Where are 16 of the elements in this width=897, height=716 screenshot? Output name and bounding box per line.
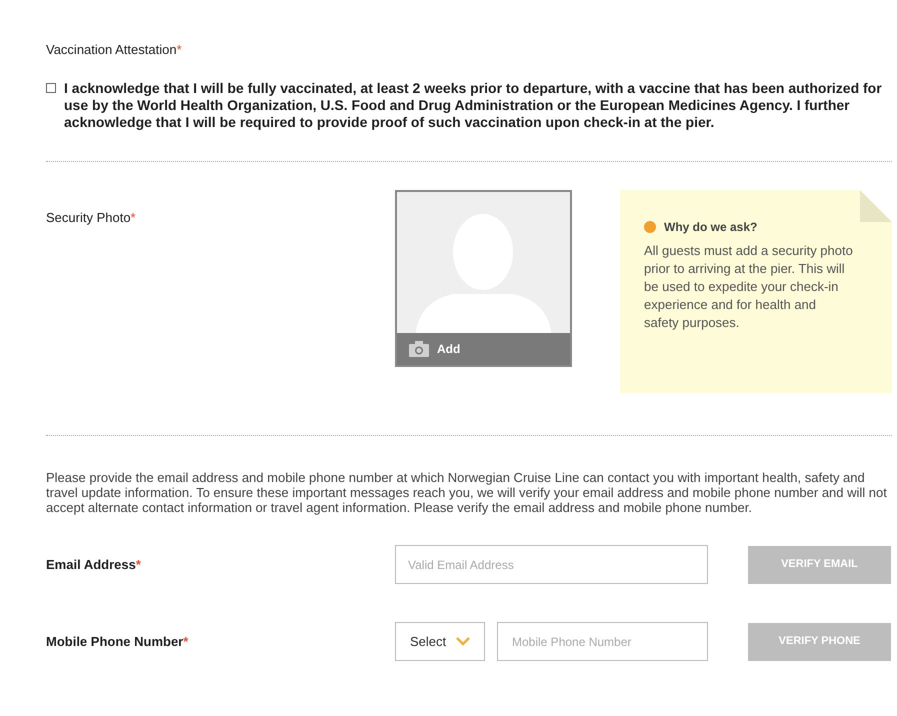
add-photo-button[interactable]: Add [397, 333, 570, 365]
field-label: Security Photo* [46, 210, 136, 225]
phone-field[interactable]: Mobile Phone Number [497, 622, 708, 661]
field-label: Email Address* [46, 556, 141, 572]
country-code-select[interactable]: Select [395, 622, 485, 661]
chevron-down-icon [456, 637, 470, 646]
note-title: Why do we ask? [664, 219, 758, 236]
note-text: All guests must add a security photo prior to arriving at the pier. This will be used to expedite your check-in experience and for health and safety purposes. [644, 242, 854, 332]
attestation-text: I acknowledge that I will be fully vaccinated, at least 2 weeks prior to departure, with a vaccine that has been authorized for use by the World Health Organization, U.S. Food and Drug Administration or the European Medicines Agency. I further acknowledge that I will be required to provide proof of such vaccination upon check-in at the pier. [64, 80, 883, 131]
field-label: Mobile Phone Number* [46, 634, 188, 648]
field-label: Vaccination Attestation* [46, 42, 182, 57]
contact-instructions: Please provide the email address and mobile phone number at which Norwegian Cruise Line can contact you with important health, safety and travel update information. To ensure these important messages reach you, we will verify your email address and mobile phone number and will not accept alternate contact information or travel agent information. Please verify the email address and mobile phone number. [46, 470, 888, 515]
info-icon [644, 221, 656, 233]
checkbox[interactable] [46, 83, 56, 93]
email-field[interactable]: Valid Email Address [395, 545, 708, 584]
camera-icon [409, 341, 429, 357]
